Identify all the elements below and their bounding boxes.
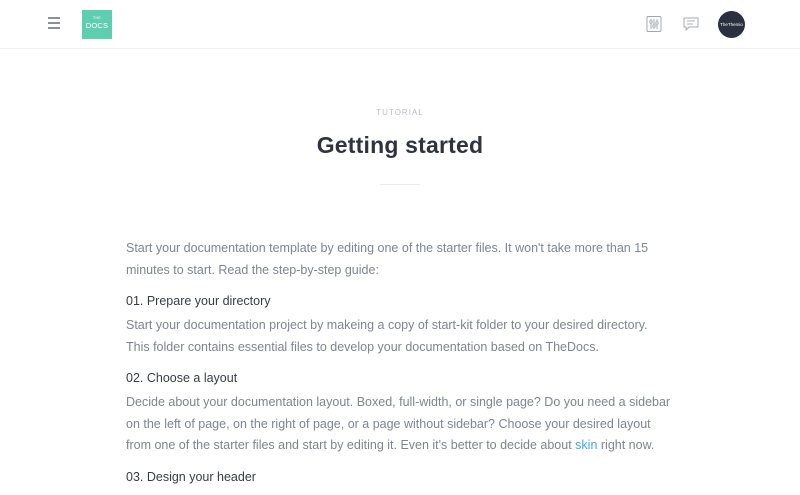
section-paragraph: Start your documentation project by make… xyxy=(126,318,648,354)
logo-big-text: DOCS xyxy=(85,20,109,30)
section-heading: 01. Prepare your directory xyxy=(126,294,271,308)
skin-link[interactable]: skin xyxy=(575,438,597,452)
section-text: right now. xyxy=(597,438,655,452)
section-heading: 03. Design your header xyxy=(126,469,256,484)
intro-paragraph: Start your documentation template by edi… xyxy=(126,241,649,277)
page-title: Getting started xyxy=(316,132,484,158)
title-divider xyxy=(380,184,420,185)
logo-small-text: THE xyxy=(93,16,101,20)
article-content: Start your documentation template by edi… xyxy=(126,238,674,485)
menu-icon[interactable] xyxy=(48,17,60,30)
section-heading: 02. Choose a layout xyxy=(126,371,238,385)
section-paragraph: Decide about your documentation layout. … xyxy=(126,392,674,457)
avatar[interactable]: TheThemio xyxy=(718,11,745,38)
logo[interactable]: THE DOCS xyxy=(82,10,112,39)
page-eyebrow: TUTORIAL xyxy=(376,108,424,117)
chat-icon[interactable] xyxy=(682,15,700,33)
top-navbar: THE DOCS TheThemio xyxy=(0,0,800,49)
settings-icon[interactable] xyxy=(645,15,663,33)
